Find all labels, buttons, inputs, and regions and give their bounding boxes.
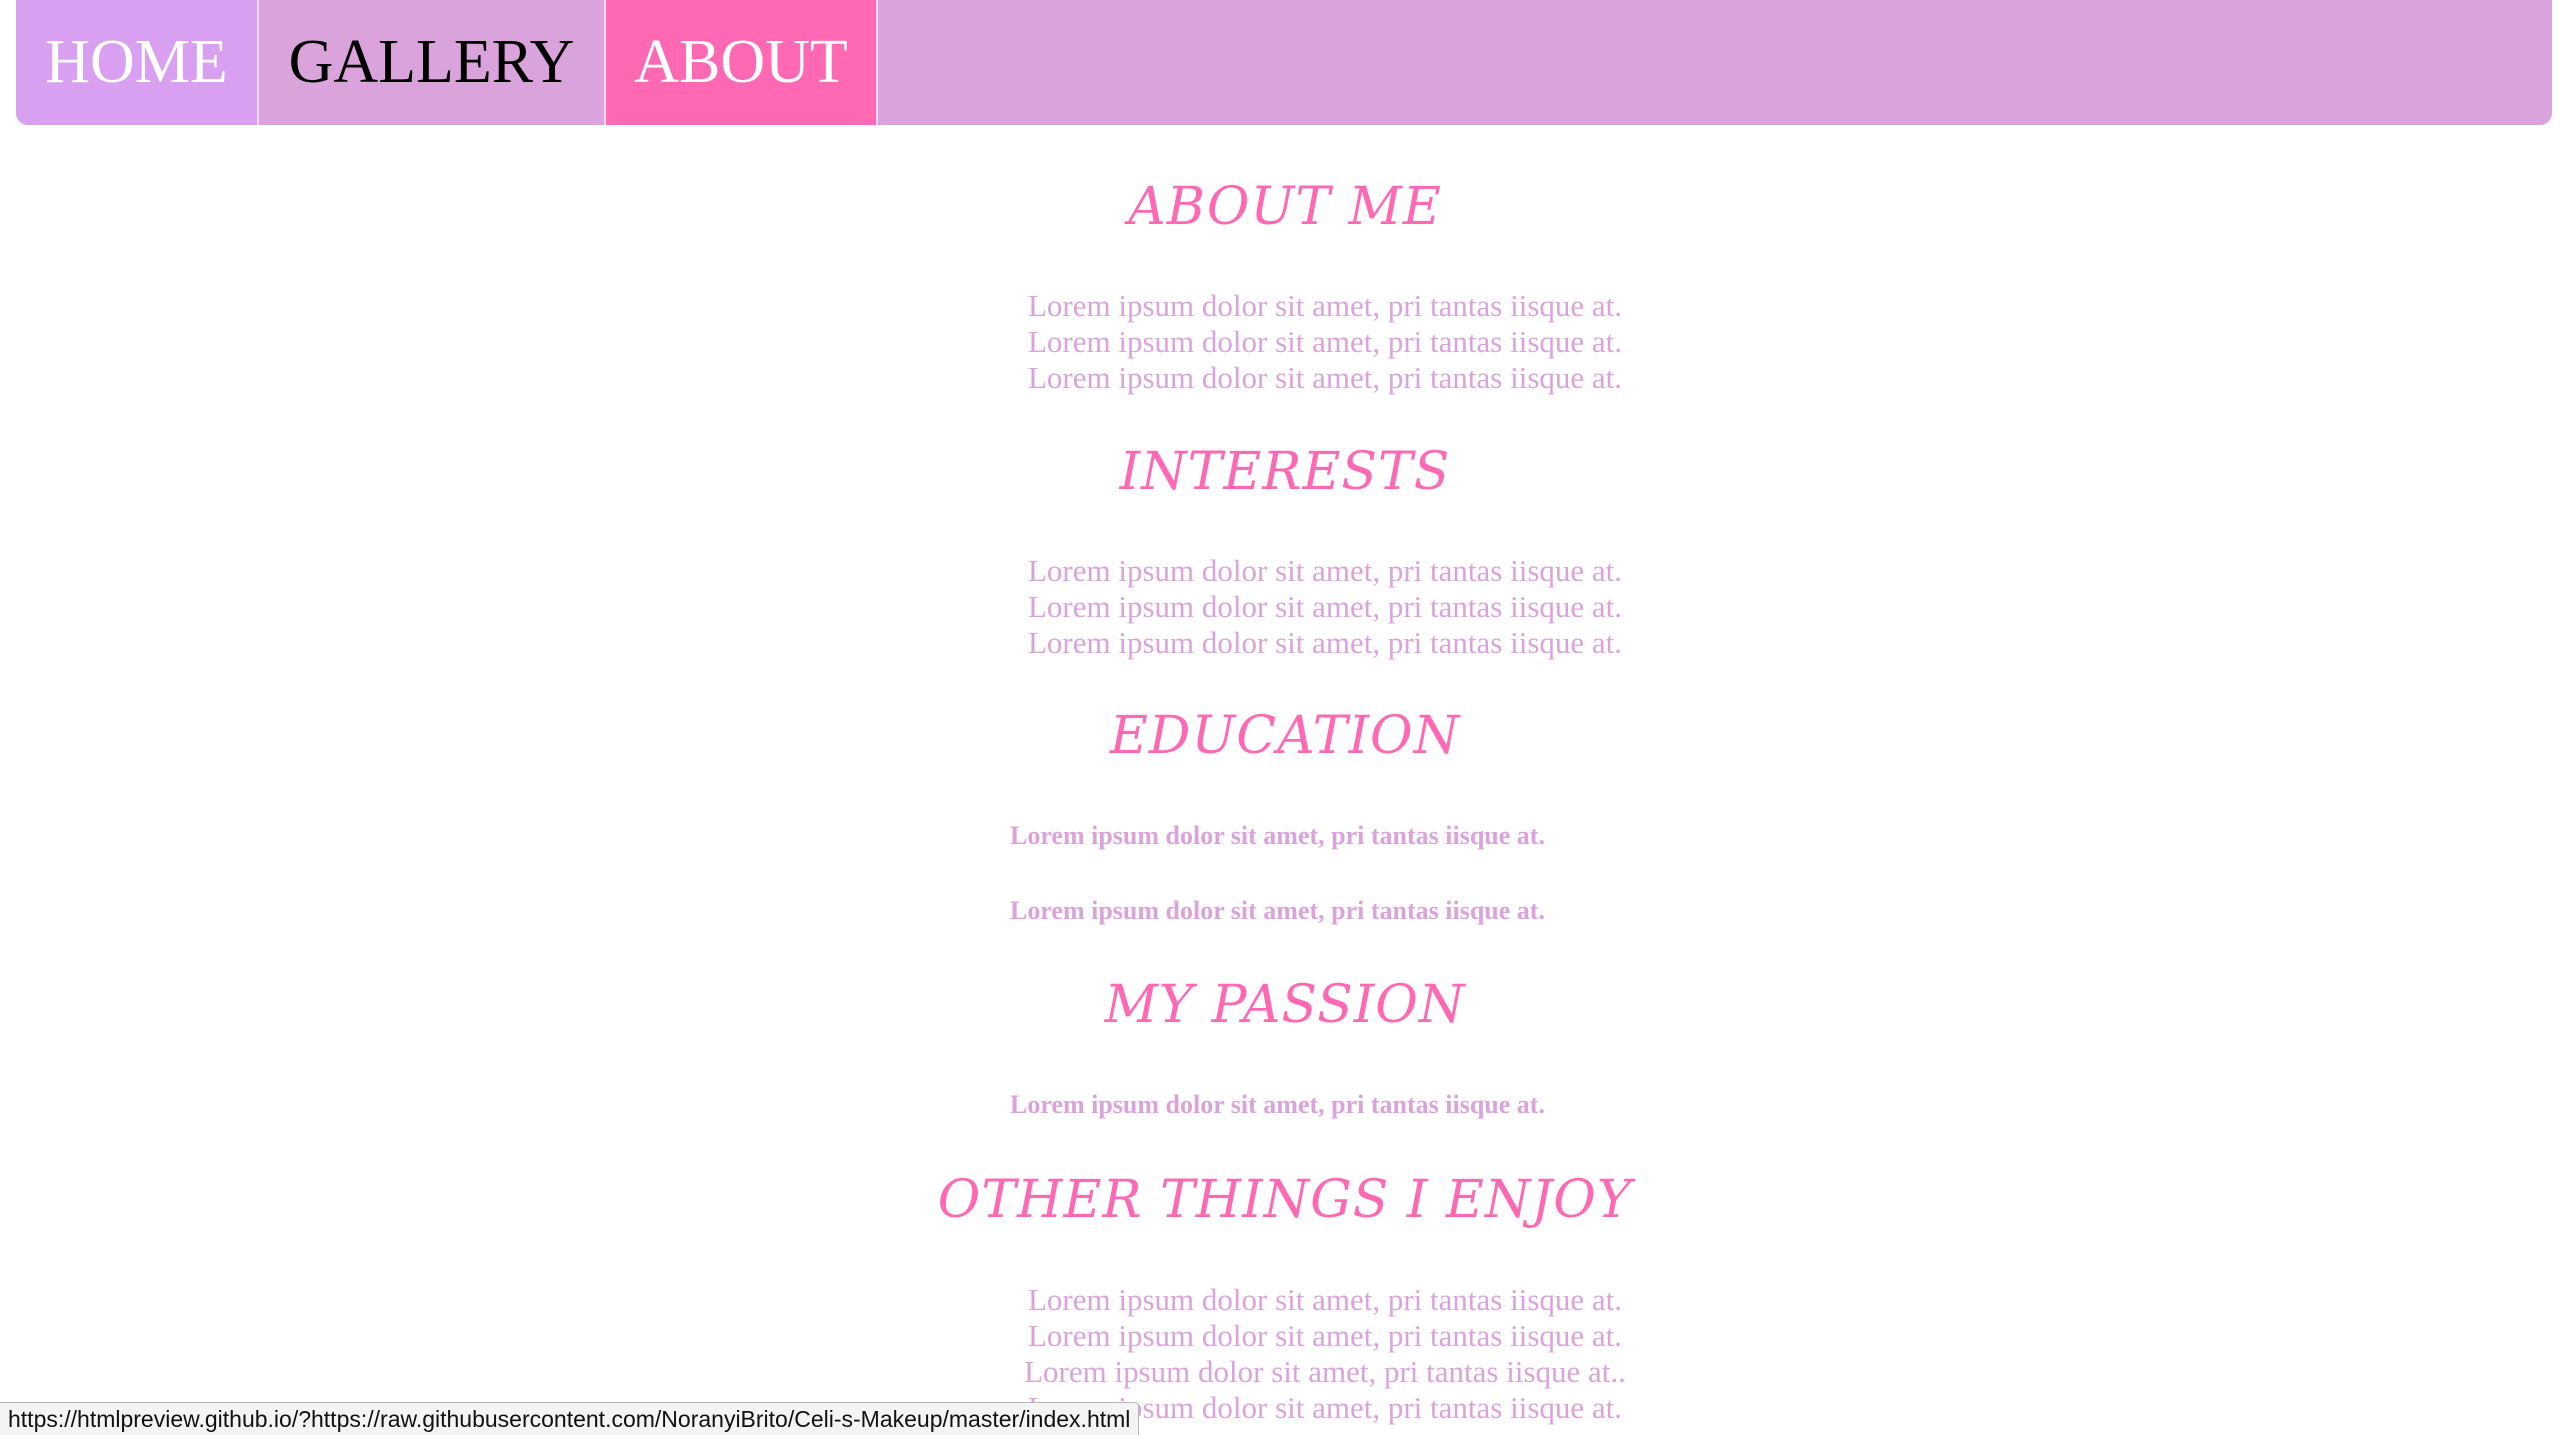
section-heading-other-things: OTHER THINGS I ENJOY (937, 1170, 1633, 1230)
section-heading-about-me: ABOUT ME (1128, 177, 1442, 237)
about-content: ABOUT ME Lorem ipsum dolor sit amet, pri… (0, 125, 2560, 1434)
about-me-line-2: Lorem ipsum dolor sit amet, pri tantas i… (1027, 324, 1623, 359)
education-line-2: Lorem ipsum dolor sit amet, pri tantas i… (1010, 896, 1545, 925)
nav-about-link[interactable]: ABOUT (606, 0, 878, 125)
top-navbar: HOME GALLERY ABOUT (16, 0, 2552, 125)
section-heading-interests: INTERESTS (1119, 442, 1451, 502)
other-things-line-1: Lorem ipsum dolor sit amet, pri tantas i… (1027, 1282, 1623, 1317)
other-things-line-3: Lorem ipsum dolor sit amet, pri tantas i… (1024, 1354, 1626, 1389)
interests-line-3: Lorem ipsum dolor sit amet, pri tantas i… (1027, 625, 1623, 660)
education-line-1: Lorem ipsum dolor sit amet, pri tantas i… (1010, 821, 1545, 850)
link-status-bar: https://htmlpreview.github.io/?https://r… (0, 1402, 1140, 1435)
my-passion-line-1: Lorem ipsum dolor sit amet, pri tantas i… (1010, 1090, 1545, 1119)
section-heading-education: EDUCATION (1109, 706, 1461, 766)
nav-home-link[interactable]: HOME (16, 0, 259, 125)
interests-line-1: Lorem ipsum dolor sit amet, pri tantas i… (1027, 553, 1623, 588)
other-things-line-2: Lorem ipsum dolor sit amet, pri tantas i… (1027, 1318, 1623, 1353)
section-heading-my-passion: MY PASSION (1104, 975, 1466, 1035)
interests-line-2: Lorem ipsum dolor sit amet, pri tantas i… (1027, 589, 1623, 624)
nav-gallery-link[interactable]: GALLERY (259, 0, 606, 125)
about-me-line-1: Lorem ipsum dolor sit amet, pri tantas i… (1027, 288, 1623, 323)
about-me-line-3: Lorem ipsum dolor sit amet, pri tantas i… (1027, 360, 1623, 395)
